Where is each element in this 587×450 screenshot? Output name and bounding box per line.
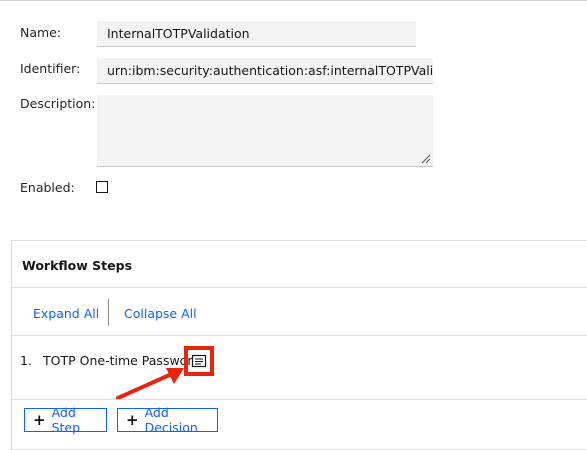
resize-grip-icon[interactable] xyxy=(419,152,431,164)
identifier-label: Identifier: xyxy=(20,61,81,76)
identifier-field[interactable]: urn:ibm:security:authentication:asf:inte… xyxy=(97,58,433,84)
divider xyxy=(12,335,587,336)
divider xyxy=(12,399,587,400)
description-textarea[interactable] xyxy=(97,95,433,167)
vertical-divider xyxy=(108,299,109,326)
step-number: 1. xyxy=(20,353,32,368)
name-label: Name: xyxy=(20,25,62,40)
workflow-steps-title: Workflow Steps xyxy=(22,258,133,273)
add-decision-button[interactable]: + Add Decision xyxy=(117,405,218,435)
add-step-label: Add Step xyxy=(51,405,81,435)
add-decision-label: Add Decision xyxy=(144,405,198,435)
name-field[interactable]: InternalTOTPValidation xyxy=(97,21,416,47)
plus-icon: + xyxy=(126,410,139,429)
collapse-all-link[interactable]: Collapse All xyxy=(124,306,197,321)
enabled-checkbox[interactable] xyxy=(96,181,108,193)
plus-icon: + xyxy=(33,410,46,429)
add-step-button[interactable]: + Add Step xyxy=(24,405,107,435)
description-label: Description: xyxy=(20,96,96,111)
enabled-label: Enabled: xyxy=(20,180,75,195)
expand-all-link[interactable]: Expand All xyxy=(33,306,99,321)
divider xyxy=(12,287,587,288)
top-divider xyxy=(0,0,587,1)
